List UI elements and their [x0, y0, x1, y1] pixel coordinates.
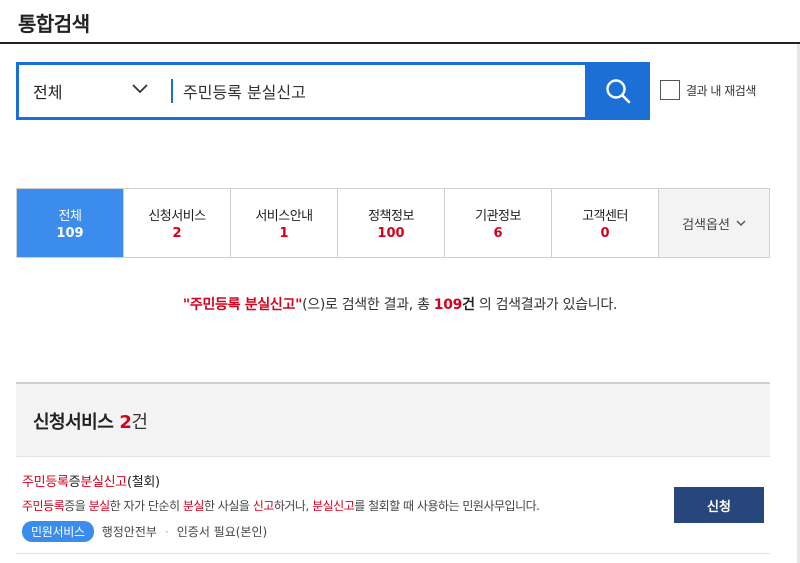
tab-label: 고객센터 [582, 209, 628, 224]
search-summary: "주민등록 분실신고"(으)로 검색한 결과, 총 109건 의 검색결과가 있… [0, 294, 800, 314]
search-input[interactable] [183, 75, 573, 107]
tab-label: 신청서비스 [148, 209, 206, 224]
result-auth: 인증서 필요(본인) [176, 525, 268, 539]
tab-label: 서비스안내 [255, 209, 313, 224]
search-scope-select[interactable]: 전체 [19, 65, 169, 117]
result-title-highlight: 주민등록 [22, 475, 69, 490]
page-title: 통합검색 [18, 12, 90, 36]
desc-highlight: 분실 [182, 499, 205, 513]
tab-label: 정책정보 [368, 209, 414, 224]
apply-button[interactable]: 신청 [674, 487, 764, 523]
research-checkbox[interactable] [660, 80, 680, 100]
search-divider [171, 79, 173, 103]
result-title-link[interactable]: 주민등록증분실신고(철회) [22, 471, 160, 490]
tab-count: 0 [600, 226, 610, 241]
chevron-down-icon [736, 220, 746, 226]
desc-highlight: 주민등록 [22, 499, 65, 513]
tab-count: 100 [377, 226, 405, 241]
tab-label: 기관정보 [475, 209, 521, 224]
search-options-button[interactable]: 검색옵션 [659, 189, 769, 257]
result-title-text: (철회) [126, 475, 160, 490]
section-header: 신청서비스 2건 [16, 382, 770, 456]
chevron-down-icon [132, 84, 148, 94]
tab-all[interactable]: 전체 109 [17, 189, 124, 257]
research-toggle[interactable]: 결과 내 재검색 [660, 80, 756, 100]
tab-application-services[interactable]: 신청서비스 2 [124, 189, 231, 257]
tab-count: 6 [493, 226, 503, 241]
tab-count: 109 [56, 226, 84, 241]
result-title-highlight: 분실신고 [80, 475, 127, 490]
search-box: 전체 [16, 62, 650, 120]
tab-policy-info[interactable]: 정책정보 100 [338, 189, 445, 257]
meta-separator: · [164, 524, 169, 539]
desc-text: 증을 [64, 499, 89, 513]
section-title-label: 신청서비스 [33, 412, 114, 433]
summary-query: "주민등록 분실신고" [182, 297, 303, 313]
desc-text: 한 자가 단순히 [109, 499, 183, 513]
category-tabs: 전체 109 신청서비스 2 서비스안내 1 정책정보 100 기관정보 6 고… [16, 188, 770, 258]
tab-count: 1 [279, 226, 289, 241]
desc-highlight: 분실 [88, 499, 111, 513]
section-count: 2 [119, 412, 132, 433]
desc-highlight: 분실신고 [312, 499, 355, 513]
research-label: 결과 내 재검색 [686, 83, 756, 98]
tab-agency-info[interactable]: 기관정보 6 [445, 189, 552, 257]
tab-customer-center[interactable]: 고객센터 0 [552, 189, 659, 257]
title-divider [0, 42, 800, 44]
tab-count: 2 [172, 226, 182, 241]
tab-service-guide[interactable]: 서비스안내 1 [231, 189, 338, 257]
result-description: 주민등록증을 분실한 자가 단순히 분실한 사실을 신고하거나, 분실신고를 철… [22, 497, 540, 514]
summary-text: (으)로 검색한 결과, 총 [302, 297, 434, 313]
desc-highlight: 신고 [252, 499, 275, 513]
search-button[interactable] [585, 65, 650, 117]
section-title: 신청서비스 2건 [33, 408, 148, 434]
summary-count: 109 [433, 297, 463, 313]
summary-unit: 건 [462, 297, 475, 313]
search-options-label: 검색옵션 [682, 217, 730, 233]
search-icon [605, 79, 630, 104]
tab-label: 전체 [58, 209, 82, 224]
desc-text: 를 철회할 때 사용하는 민원사무입니다. [354, 499, 540, 513]
category-badge: 민원서비스 [22, 521, 94, 542]
desc-text: 한 사실을 [203, 499, 253, 513]
result-meta: 민원서비스 행정안전부 · 인증서 필요(본인) [22, 521, 267, 542]
result-item: 주민등록증분실신고(철회) 주민등록증을 분실한 자가 단순히 분실한 사실을 … [16, 456, 770, 554]
section-unit: 건 [131, 412, 148, 433]
desc-text: 하거나, [273, 499, 313, 513]
result-agency: 행정안전부 [101, 525, 157, 539]
summary-text-end: 의 검색결과가 있습니다. [474, 297, 618, 313]
search-scope-label: 전체 [33, 83, 63, 102]
result-title-text: 증 [68, 475, 81, 490]
